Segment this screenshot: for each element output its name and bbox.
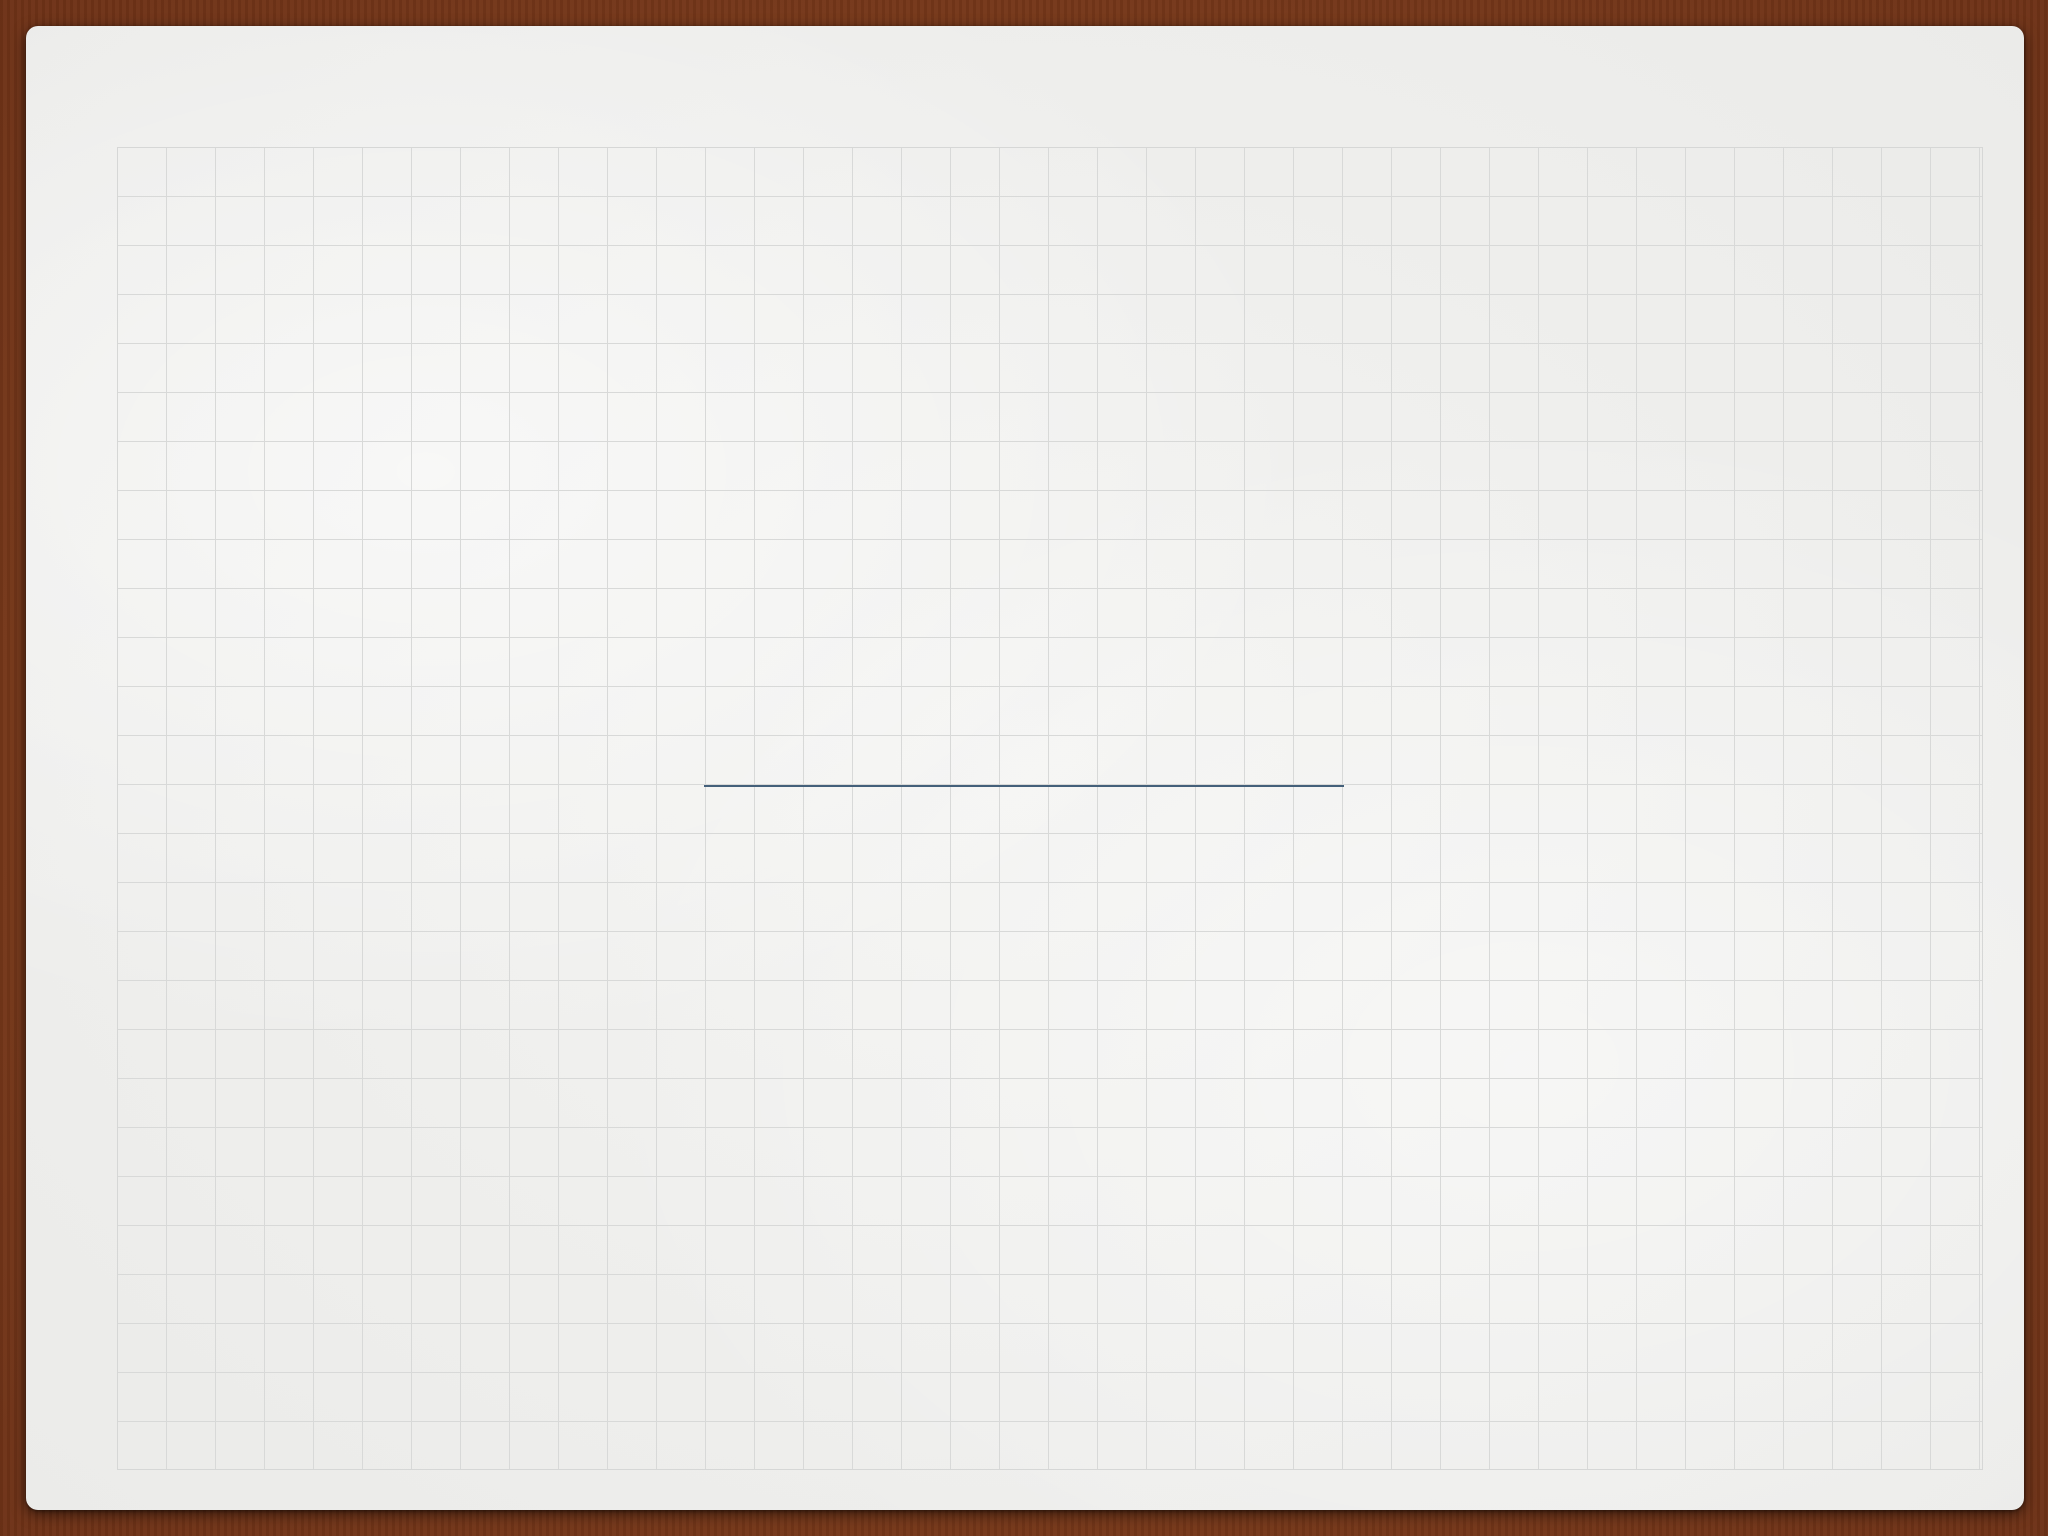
graph-paper-grid [117,147,1983,1470]
title-underline [704,785,1344,787]
desk-background [0,0,2048,1536]
slide-canvas[interactable] [26,26,2024,1510]
